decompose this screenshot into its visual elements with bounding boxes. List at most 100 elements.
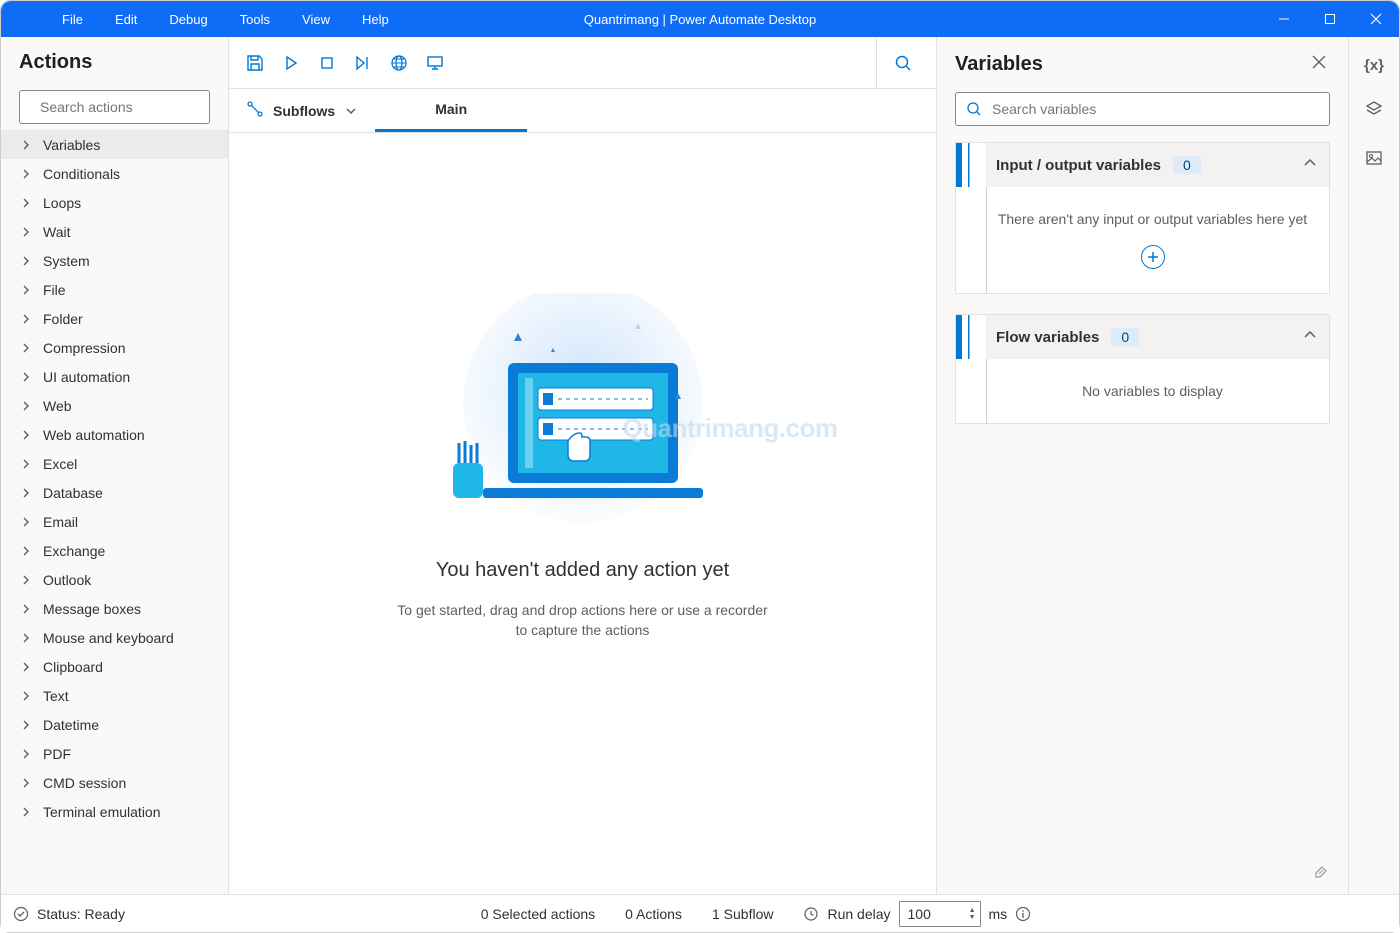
action-category-web[interactable]: Web <box>1 391 228 420</box>
subflows-dropdown[interactable]: Subflows <box>229 89 375 132</box>
io-variables-header[interactable]: Input / output variables 0 <box>956 143 1329 187</box>
status-text: Status: Ready <box>37 906 125 922</box>
designer-panel: Subflows Main <box>229 37 937 894</box>
action-category-web-automation[interactable]: Web automation <box>1 420 228 449</box>
chevron-right-icon <box>21 630 31 646</box>
action-category-excel[interactable]: Excel <box>1 449 228 478</box>
stop-button[interactable] <box>309 45 345 81</box>
desktop-recorder-button[interactable] <box>417 45 453 81</box>
menu-edit[interactable]: Edit <box>99 1 153 37</box>
action-category-wait[interactable]: Wait <box>1 217 228 246</box>
action-category-label: Compression <box>43 340 125 356</box>
action-category-terminal-emulation[interactable]: Terminal emulation <box>1 797 228 826</box>
search-variables-input[interactable] <box>992 101 1319 117</box>
titlebar: File Edit Debug Tools View Help Quantrim… <box>1 1 1399 37</box>
main-menu: File Edit Debug Tools View Help <box>1 1 405 37</box>
action-category-label: Mouse and keyboard <box>43 630 174 646</box>
flow-variables-header[interactable]: Flow variables 0 <box>956 315 1329 359</box>
action-category-clipboard[interactable]: Clipboard <box>1 652 228 681</box>
rail-variables-button[interactable]: {x} <box>1364 57 1384 74</box>
empty-state-title: You haven't added any action yet <box>436 559 729 582</box>
action-category-ui-automation[interactable]: UI automation <box>1 362 228 391</box>
rail-ui-elements-button[interactable] <box>1365 100 1383 123</box>
close-variables-button[interactable] <box>1308 51 1330 78</box>
action-category-email[interactable]: Email <box>1 507 228 536</box>
action-category-conditionals[interactable]: Conditionals <box>1 159 228 188</box>
add-io-variable-button[interactable] <box>1141 245 1165 269</box>
action-category-loops[interactable]: Loops <box>1 188 228 217</box>
image-icon <box>1365 149 1383 167</box>
action-category-folder[interactable]: Folder <box>1 304 228 333</box>
actions-list[interactable]: VariablesConditionalsLoops Wait System File… <box>1 130 228 894</box>
search-icon <box>966 101 982 117</box>
menu-view[interactable]: View <box>286 1 346 37</box>
io-variables-body: There aren't any input or output variabl… <box>956 187 1329 293</box>
action-category-file[interactable]: File <box>1 275 228 304</box>
tab-main[interactable]: Main <box>375 89 527 132</box>
chevron-right-icon <box>21 485 31 501</box>
io-variables-count: 0 <box>1173 156 1201 174</box>
chevron-right-icon <box>21 166 31 182</box>
action-category-mouse-and-keyboard[interactable]: Mouse and keyboard <box>1 623 228 652</box>
action-category-label: Email <box>43 514 78 530</box>
action-category-datetime[interactable]: Datetime <box>1 710 228 739</box>
rail-images-button[interactable] <box>1365 149 1383 172</box>
clear-variables-button[interactable] <box>1312 861 1330 884</box>
collapse-io-button[interactable] <box>1303 156 1317 174</box>
action-category-database[interactable]: Database <box>1 478 228 507</box>
info-icon[interactable] <box>1015 906 1031 922</box>
menu-file[interactable]: File <box>46 1 99 37</box>
menu-tools[interactable]: Tools <box>224 1 286 37</box>
chevron-right-icon <box>21 572 31 588</box>
web-recorder-button[interactable] <box>381 45 417 81</box>
chevron-right-icon <box>21 543 31 559</box>
actions-count: 0 Actions <box>625 906 682 922</box>
layers-icon <box>1365 100 1383 118</box>
subflow-count: 1 Subflow <box>712 906 773 922</box>
action-category-label: File <box>43 282 66 298</box>
minimize-button[interactable] <box>1261 1 1307 37</box>
action-category-pdf[interactable]: PDF <box>1 739 228 768</box>
chevron-up-icon <box>1303 328 1317 342</box>
chevron-right-icon <box>21 369 31 385</box>
action-category-label: Folder <box>43 311 83 327</box>
action-category-exchange[interactable]: Exchange <box>1 536 228 565</box>
action-category-outlook[interactable]: Outlook <box>1 565 228 594</box>
action-category-compression[interactable]: Compression <box>1 333 228 362</box>
step-button[interactable] <box>345 45 381 81</box>
save-button[interactable] <box>237 45 273 81</box>
eraser-icon <box>1312 861 1330 879</box>
action-category-variables[interactable]: Variables <box>1 130 228 159</box>
io-variables-section: Input / output variables 0 There aren't … <box>955 142 1330 294</box>
menu-help[interactable]: Help <box>346 1 405 37</box>
chevron-right-icon <box>21 514 31 530</box>
action-category-system[interactable]: System <box>1 246 228 275</box>
spinner-buttons[interactable]: ▲▼ <box>969 907 976 921</box>
flow-variables-count: 0 <box>1111 328 1139 346</box>
search-flow-button[interactable] <box>876 37 928 89</box>
action-category-label: Outlook <box>43 572 91 588</box>
designer-canvas-empty[interactable]: Quantrimang.com You haven't added any ac… <box>229 133 936 894</box>
selected-actions-count: 0 Selected actions <box>481 906 595 922</box>
action-category-text[interactable]: Text <box>1 681 228 710</box>
action-category-label: Clipboard <box>43 659 103 675</box>
maximize-button[interactable] <box>1307 1 1353 37</box>
search-actions-input[interactable] <box>40 99 221 115</box>
chevron-up-icon <box>1303 156 1317 170</box>
action-category-label: Web automation <box>43 427 145 443</box>
actions-panel: Actions VariablesConditionalsLoopsWaitSy… <box>1 37 229 894</box>
collapse-flow-button[interactable] <box>1303 328 1317 346</box>
action-category-cmd-session[interactable]: CMD session <box>1 768 228 797</box>
chevron-right-icon <box>21 427 31 443</box>
watermark: Quantrimang.com <box>623 413 838 444</box>
search-variables-box[interactable] <box>955 92 1330 126</box>
close-button[interactable] <box>1353 1 1399 37</box>
action-category-label: Wait <box>43 224 70 240</box>
empty-state-subtitle: To get started, drag and drop actions he… <box>393 600 773 641</box>
run-button[interactable] <box>273 45 309 81</box>
action-category-message-boxes[interactable]: Message boxes <box>1 594 228 623</box>
run-delay-input[interactable]: 100 ▲▼ <box>899 901 981 927</box>
menu-debug[interactable]: Debug <box>153 1 223 37</box>
io-variables-empty-text: There aren't any input or output variabl… <box>992 211 1313 227</box>
search-actions-box[interactable] <box>19 90 210 124</box>
